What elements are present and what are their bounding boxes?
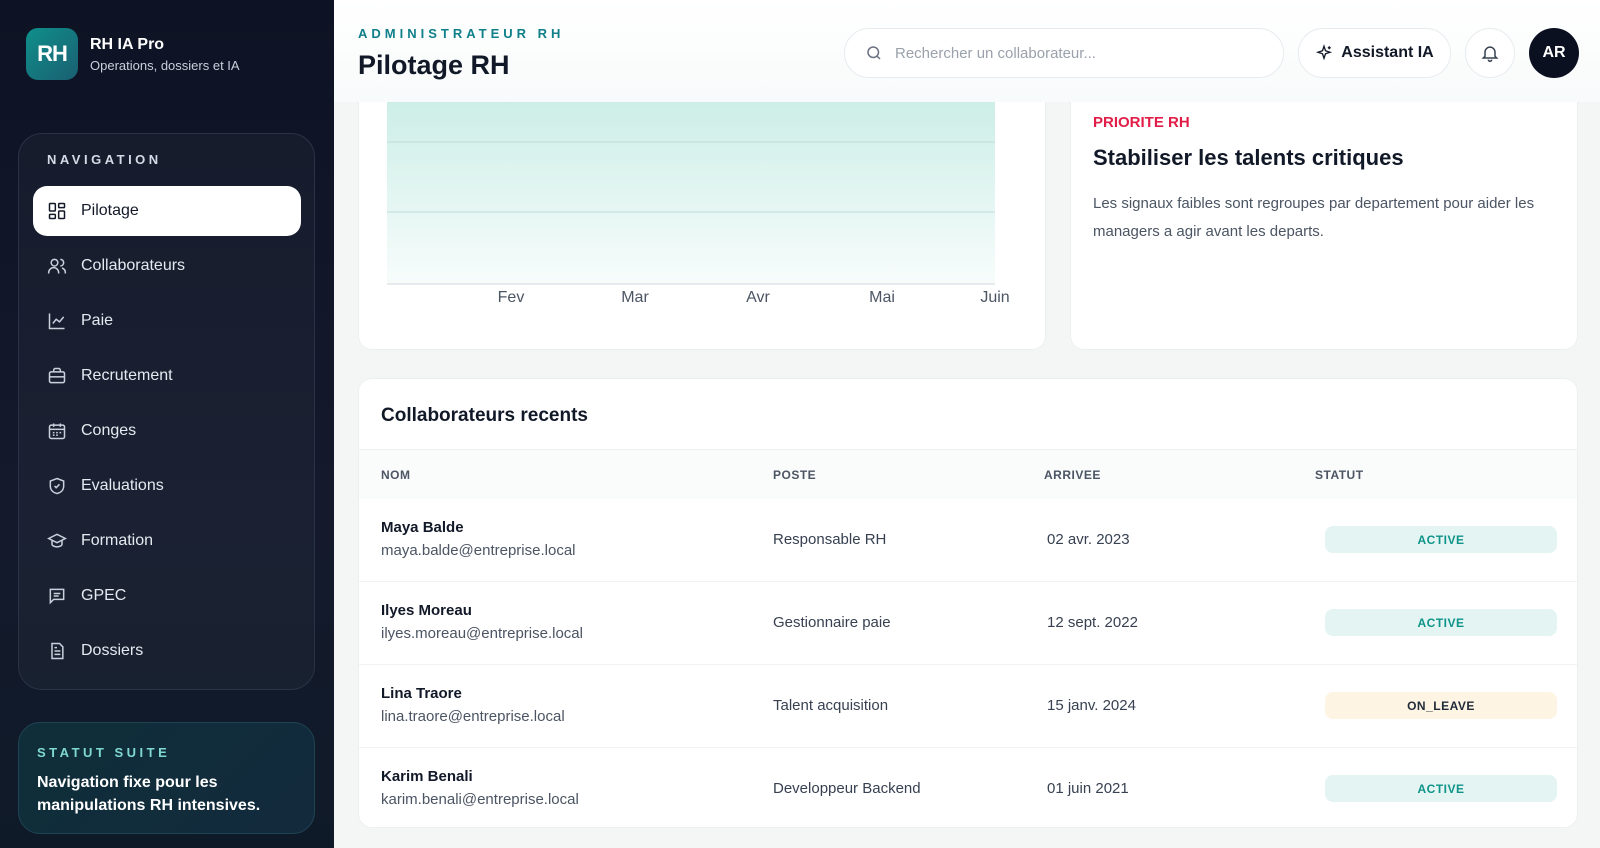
area-series [387,102,995,284]
sidebar-item-label: Pilotage [81,202,139,219]
employee-arrivee: 01 juin 2021 [1047,780,1129,797]
navigation-title: NAVIGATION [47,152,162,167]
x-tick-label: Mar [621,289,649,306]
sidebar-item-gpec[interactable]: GPEC [33,571,301,621]
search-icon [867,46,881,60]
top-header: ADMINISTRATEUR RH Pilotage RH Assistant … [334,0,1600,102]
employee-name[interactable]: Maya Balde [381,519,464,536]
employee-email: lina.traore@entreprise.local [381,708,565,725]
status-badge: ACTIVE [1325,775,1557,802]
status-badge: ON_LEAVE [1325,692,1557,719]
sidebar-item-label: Formation [81,532,154,549]
chart-card: Fev Mar Avr Mai Juin [358,102,1046,350]
sidebar-item-collaborateurs[interactable]: Collaborateurs [33,241,301,291]
column-header-arrivee[interactable]: ARRIVEE [1044,468,1101,482]
employee-poste: Talent acquisition [773,697,889,714]
notifications-button[interactable] [1465,28,1515,78]
status-badge: ACTIVE [1325,609,1557,636]
table-row[interactable]: Lina Traore lina.traore@entreprise.local… [359,665,1577,748]
employee-email: maya.balde@entreprise.local [381,542,576,559]
users-icon [47,256,67,276]
search-bar[interactable] [844,28,1284,78]
sidebar-item-label: Dossiers [81,642,144,659]
sidebar-item-dossiers[interactable]: Dossiers [33,626,301,676]
employee-arrivee: 15 janv. 2024 [1047,697,1136,714]
sidebar-item-pilotage[interactable]: Pilotage [33,186,301,236]
status-badge: ACTIVE [1325,526,1557,553]
employee-poste: Responsable RH [773,531,887,548]
search-input[interactable] [895,44,1265,62]
employee-poste: Developpeur Backend [773,780,921,797]
column-header-poste[interactable]: POSTE [773,468,816,482]
sidebar-item-label: Conges [81,422,137,439]
sidebar-item-formation[interactable]: Formation [33,516,301,566]
priority-description: Les signaux faibles sont regroupes par d… [1093,195,1535,240]
status-suite-text: Navigation fixe pour les manipulations R… [37,774,261,814]
assistant-ia-label: Assistant IA [1341,44,1434,61]
brand-name: RH IA Pro [90,35,165,53]
navigation-panel: NAVIGATION Pilotage Collaborateurs Paie … [18,133,315,690]
table-body: Maya Balde maya.balde@entreprise.local R… [359,499,1577,827]
sidebar-item-conges[interactable]: Conges [33,406,301,456]
priority-title: Stabiliser les talents critiques [1093,145,1404,170]
sidebar-item-label: Recrutement [81,367,173,384]
calendar-icon [47,421,67,441]
sidebar-item-recrutement[interactable]: Recrutement [33,351,301,401]
user-avatar[interactable]: AR [1529,28,1579,78]
employee-name[interactable]: Karim Benali [381,768,473,785]
graduation-cap-icon [47,531,67,551]
status-suite-title: STATUT SUITE [37,745,171,760]
shield-check-icon [47,476,67,496]
table-row[interactable]: Maya Balde maya.balde@entreprise.local R… [359,499,1577,582]
employee-email: karim.benali@entreprise.local [381,791,579,808]
sidebar-item-paie[interactable]: Paie [33,296,301,346]
employee-arrivee: 02 avr. 2023 [1047,531,1130,548]
message-icon [47,586,67,606]
employee-poste: Gestionnaire paie [773,614,891,631]
status-suite-card: STATUT SUITE Navigation fixe pour les ma… [18,722,315,834]
role-eyebrow: ADMINISTRATEUR RH [358,26,565,41]
priority-label: PRIORITE RH [1093,114,1190,131]
sparkles-icon [1316,44,1333,61]
table-row[interactable]: Karim Benali karim.benali@entreprise.loc… [359,748,1577,827]
assistant-ia-button[interactable]: Assistant IA [1298,28,1451,78]
sidebar-item-label: Collaborateurs [81,257,186,274]
area-chart: Fev Mar Avr Mai Juin [387,102,1010,306]
file-icon [47,641,67,661]
priority-card: PRIORITE RH Stabiliser les talents criti… [1070,102,1578,350]
brand-logo: RH [26,28,78,80]
x-tick-label: Mai [869,289,895,306]
employee-name[interactable]: Ilyes Moreau [381,602,472,619]
sidebar-item-label: Paie [81,312,114,329]
line-chart-icon [47,311,67,331]
brand[interactable]: RH RH IA Pro Operations, dossiers et IA [26,28,240,80]
column-header-nom[interactable]: NOM [381,468,411,482]
recent-employees-card: Collaborateurs recents NOM POSTE ARRIVEE… [358,378,1578,828]
employee-arrivee: 12 sept. 2022 [1047,614,1138,631]
sidebar: RH RH IA Pro Operations, dossiers et IA … [0,0,334,848]
x-tick-label: Avr [746,289,770,306]
sidebar-item-evaluations[interactable]: Evaluations [33,461,301,511]
x-tick-label: Juin [980,289,1009,306]
column-header-statut[interactable]: STATUT [1315,468,1364,482]
brand-subtitle: Operations, dossiers et IA [90,57,240,73]
bell-icon [1481,46,1499,63]
x-tick-label: Fev [498,289,525,306]
table-row[interactable]: Ilyes Moreau ilyes.moreau@entreprise.loc… [359,582,1577,665]
employee-name[interactable]: Lina Traore [381,685,462,702]
sidebar-item-label: GPEC [81,587,127,604]
recent-employees-title: Collaborateurs recents [381,405,588,426]
sidebar-item-label: Evaluations [81,477,164,494]
briefcase-icon [47,366,67,386]
table-header: NOM POSTE ARRIVEE STATUT [359,449,1577,499]
dashboard-icon [47,201,67,221]
employee-email: ilyes.moreau@entreprise.local [381,625,583,642]
page-title: Pilotage RH [358,50,510,80]
